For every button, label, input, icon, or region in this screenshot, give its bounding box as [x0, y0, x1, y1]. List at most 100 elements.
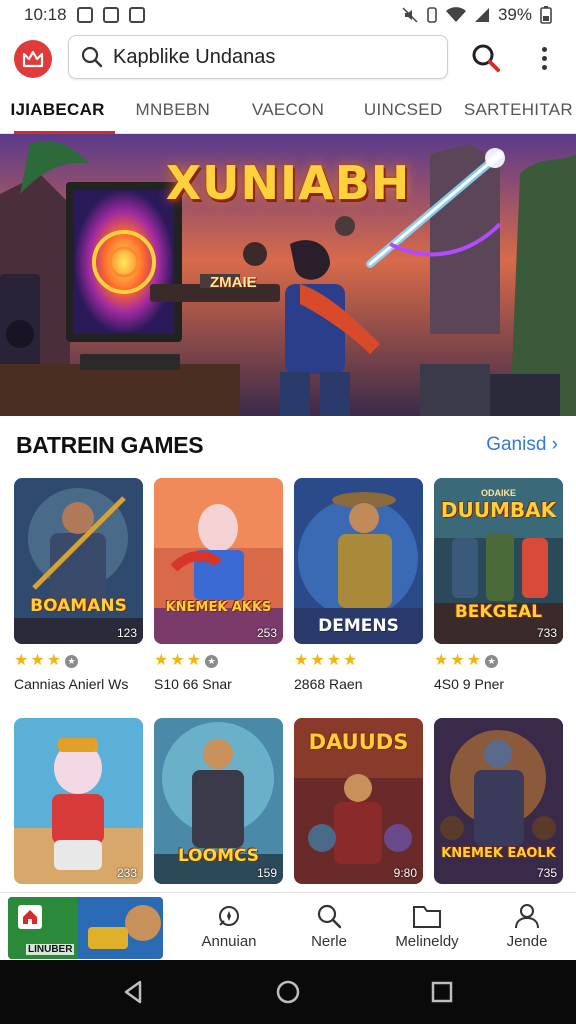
game-count: 159	[256, 866, 277, 880]
search-input[interactable]	[113, 45, 433, 69]
section-title: BATREIN GAMES	[16, 432, 204, 458]
game-card[interactable]: 233	[14, 718, 143, 884]
game-meta: 2868 Raen	[294, 676, 363, 692]
hero-title: XUNIABH	[165, 156, 411, 210]
game-count: 733	[536, 626, 557, 640]
star-icon: ★	[343, 652, 358, 669]
search-icon	[317, 904, 342, 929]
promo-banner[interactable]: LINUBER	[8, 897, 163, 959]
game-logo: BOAMANS	[30, 596, 127, 616]
game-logo-bottom: BEKGEAL	[454, 602, 543, 622]
category-tabs: IJIABECAR MNBEBN VAECON UINCSED SARTEHIT…	[0, 88, 576, 135]
game-card[interactable]: LOOMCS 159	[154, 718, 283, 884]
star-icon: ★	[450, 652, 465, 669]
rating: ★ ★ ★ ★	[154, 652, 283, 670]
game-meta: 4S0 9 Pner	[434, 676, 505, 692]
star-empty-icon: ★	[485, 654, 499, 668]
profile-icon	[515, 904, 539, 929]
tab-2[interactable]: MNBEBN	[115, 88, 230, 134]
nav-item-annuian[interactable]: Annuian	[184, 903, 274, 950]
nav-item-nerle[interactable]: Nerle	[284, 903, 374, 950]
game-card-art: DAUUDS 9:80	[294, 718, 423, 884]
game-card-art: LOOMCS 159	[154, 718, 283, 884]
bottom-navigation: LINUBER Annuian Nerle Melineldy Jende	[0, 892, 576, 960]
rating: ★ ★ ★ ★	[294, 652, 423, 670]
game-logo-top: ODAIKE	[480, 488, 516, 498]
app-header	[0, 30, 576, 88]
game-card[interactable]: DAUUDS 9:80	[294, 718, 423, 884]
game-card[interactable]: KNEMEK EAOLK 735	[434, 718, 563, 884]
tab-5[interactable]: SARTEHITAR	[461, 88, 576, 134]
screen: 10:18 39% IJIABECAR MNBEBN VAECON UI	[0, 0, 576, 1024]
game-card-art: 233	[14, 718, 143, 884]
game-card[interactable]: ODAIKE DUUMBAK BEKGEAL 733 ★ ★ ★ ★ 4S0 9…	[434, 478, 563, 692]
game-count: 9:80	[393, 866, 417, 880]
nav-label: Jende	[506, 933, 548, 950]
game-card-art: KNEMEK EAOLK 735	[434, 718, 563, 884]
notification-icon	[102, 7, 119, 23]
vibrate-icon	[427, 7, 437, 23]
search-bar[interactable]	[68, 35, 448, 79]
home-icon	[23, 910, 37, 924]
nav-label: Nerle	[311, 933, 347, 950]
battery-percent: 39%	[497, 5, 532, 24]
recents-icon[interactable]	[428, 978, 456, 1006]
notification-icon	[128, 7, 145, 23]
star-icon: ★	[46, 652, 62, 669]
star-icon: ★	[30, 652, 45, 669]
game-count: 233	[116, 866, 137, 880]
section-link[interactable]: Ganisd ›	[486, 434, 558, 456]
wifi-icon	[445, 7, 466, 22]
more-options-button[interactable]	[532, 42, 556, 74]
status-bar: 10:18 39%	[0, 0, 576, 30]
back-icon[interactable]	[120, 978, 148, 1006]
star-icon: ★	[434, 652, 449, 669]
game-count: 735	[536, 866, 557, 880]
game-meta: S10 66 Snar	[154, 676, 232, 692]
promo-label: LINUBER	[26, 944, 75, 955]
star-empty-icon: ★	[65, 654, 79, 668]
game-logo: KNEMEK AKKS	[165, 600, 272, 615]
star-icon: ★	[186, 652, 202, 669]
game-card-art: BOAMANS 123	[14, 478, 143, 644]
game-card-art: DEMENS	[294, 478, 423, 644]
signal-icon	[474, 8, 489, 22]
folder-icon	[413, 906, 441, 928]
star-icon: ★	[310, 652, 325, 669]
game-logo: KNEMEK EAOLK	[441, 846, 556, 861]
app-logo[interactable]	[14, 40, 52, 78]
nav-label: Annuian	[201, 933, 257, 950]
game-logo: LOOMCS	[177, 846, 260, 866]
search-icon	[81, 46, 103, 68]
hero-banner[interactable]: ZMAIE XUNIABH	[0, 134, 576, 416]
status-time: 10:18	[24, 5, 67, 24]
battery-icon	[540, 6, 552, 24]
game-count: 123	[116, 626, 137, 640]
star-icon: ★	[170, 652, 185, 669]
home-button-icon[interactable]	[274, 978, 302, 1006]
hero-subtitle: ZMAIE	[210, 274, 257, 291]
chevron-right-icon: ›	[551, 434, 558, 455]
game-logo: DUUMBAK	[440, 498, 557, 522]
game-card[interactable]: DEMENS ★ ★ ★ ★ 2868 Raen	[294, 478, 423, 692]
game-logo: DAUUDS	[308, 730, 409, 754]
star-icon: ★	[154, 652, 169, 669]
game-card[interactable]: KNEMEK AKKS 253 ★ ★ ★ ★ S10 66 Snar	[154, 478, 283, 692]
section-link-label: Ganisd	[486, 434, 547, 455]
tab-3[interactable]: VAECON	[230, 88, 345, 134]
tab-1[interactable]: IJIABECAR	[0, 88, 116, 135]
tab-4[interactable]: UINCSED	[346, 88, 461, 134]
nav-item-jende[interactable]: Jende	[482, 903, 572, 950]
game-card-art: ODAIKE DUUMBAK BEKGEAL 733	[434, 478, 563, 644]
game-card-art: KNEMEK AKKS 253	[154, 478, 283, 644]
rating: ★ ★ ★ ★	[14, 652, 143, 670]
star-icon: ★	[326, 652, 342, 669]
search-button[interactable]	[470, 42, 502, 74]
notification-icon	[76, 7, 93, 23]
game-card[interactable]: BOAMANS 123 ★ ★ ★ ★ Cannias Anierl Ws	[14, 478, 143, 692]
game-count: 253	[256, 626, 277, 640]
rating: ★ ★ ★ ★	[434, 652, 563, 670]
crown-icon	[22, 50, 44, 68]
star-icon: ★	[294, 652, 309, 669]
nav-item-melineldy[interactable]: Melineldy	[382, 903, 472, 950]
